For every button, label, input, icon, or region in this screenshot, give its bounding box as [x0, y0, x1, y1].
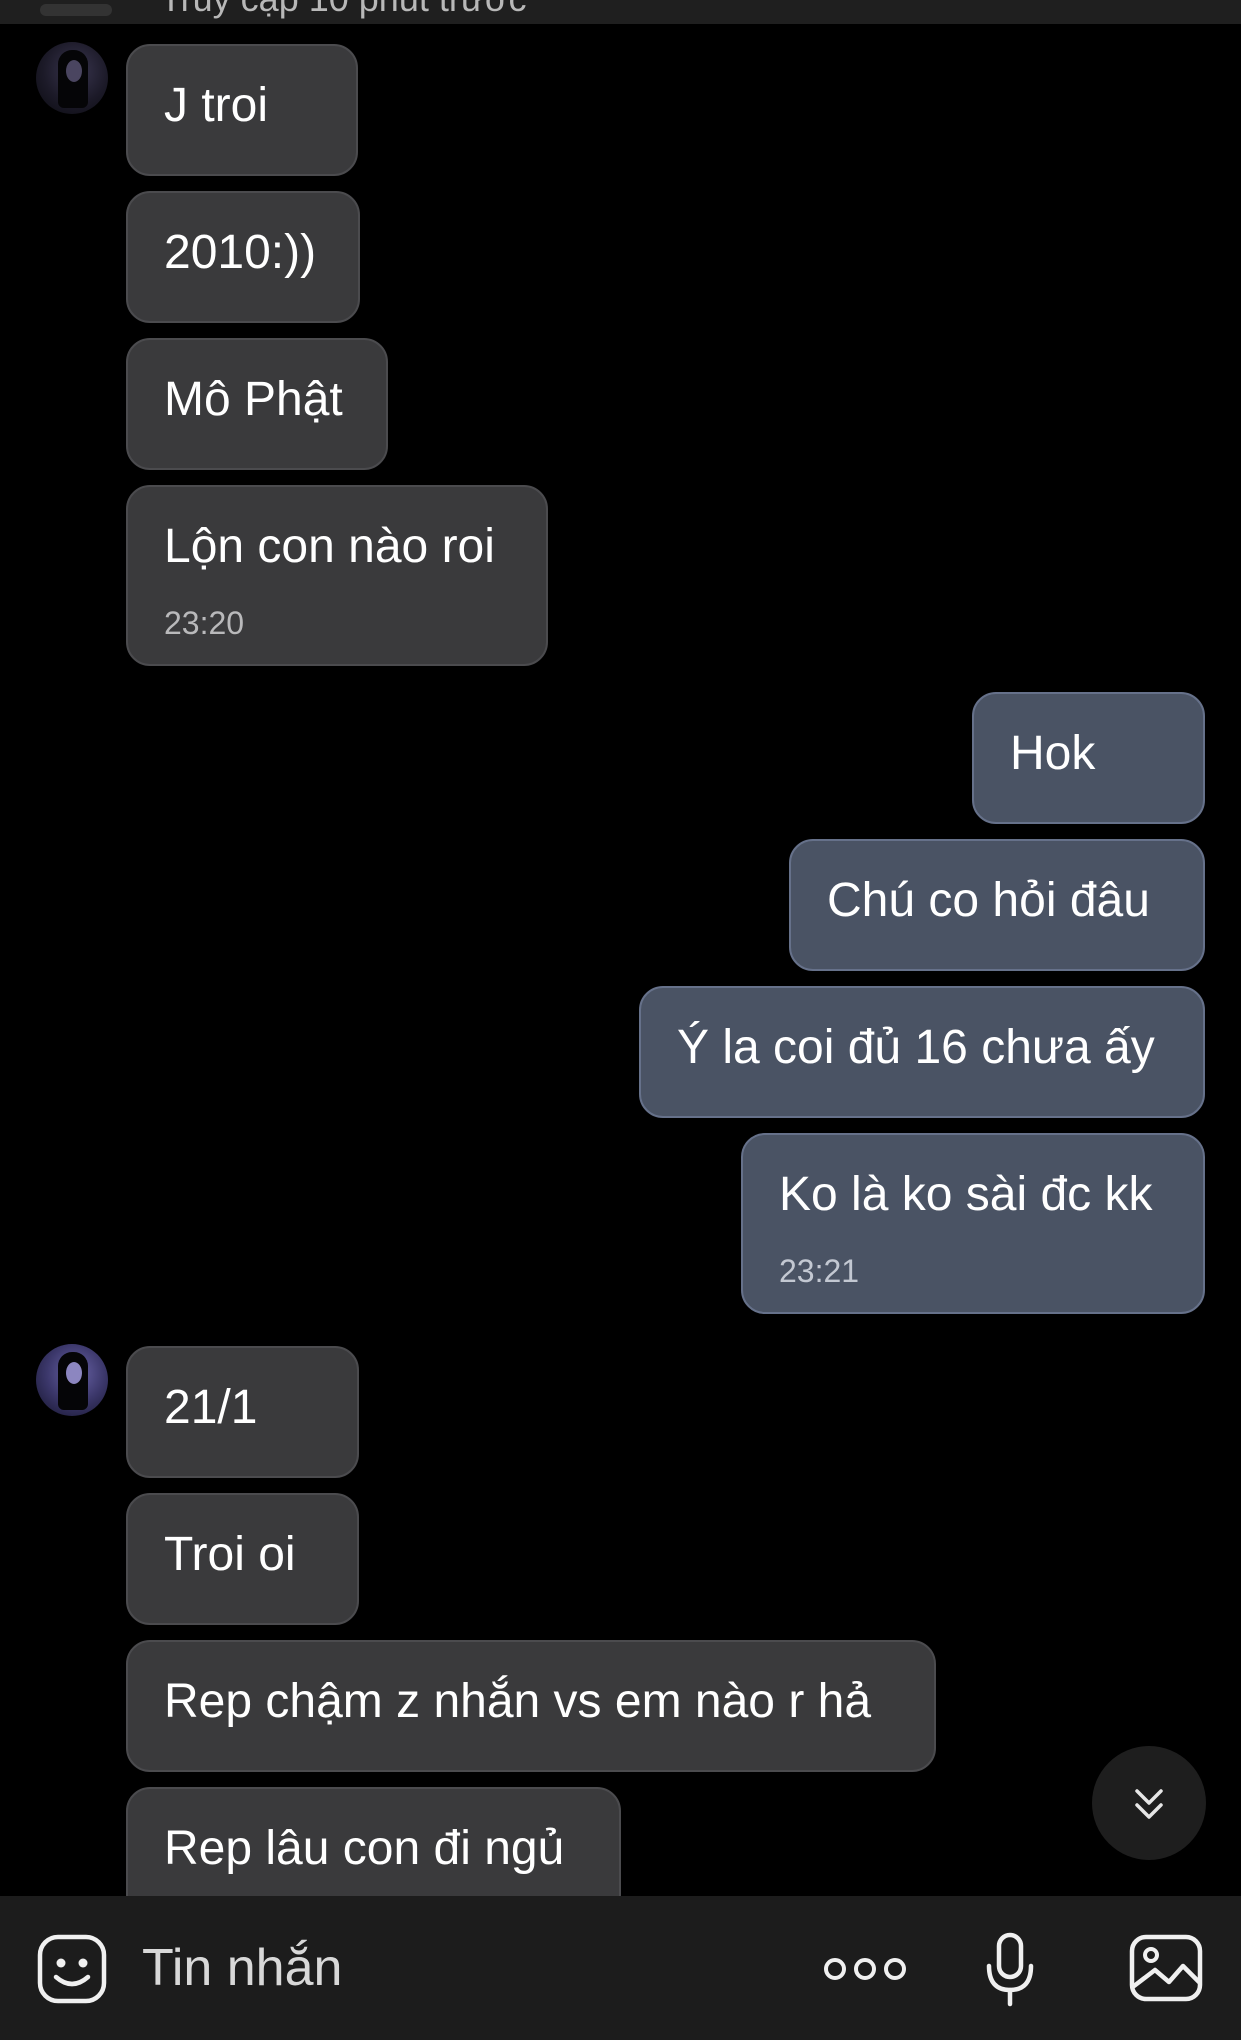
message-text: Troi oi — [164, 1528, 296, 1581]
header-avatar-edge — [40, 4, 112, 16]
message-text: Mô Phật — [164, 373, 343, 426]
more-icon — [824, 1958, 906, 1980]
incoming-message-bubble[interactable]: Troi oi — [126, 1493, 359, 1625]
microphone-icon — [986, 1932, 1034, 2007]
voice-message-button[interactable] — [978, 1930, 1042, 2010]
message-timestamp: 23:21 — [779, 1253, 860, 1289]
message-text: Chú co hỏi đâu — [827, 874, 1150, 927]
incoming-message-bubble[interactable]: Mô Phật — [126, 338, 388, 470]
more-options-button[interactable] — [820, 1946, 910, 1992]
chat-header-strip: Truy cập 10 phút trước — [0, 0, 1241, 24]
message-input[interactable]: Tin nhắn — [142, 1938, 342, 1998]
outgoing-message-bubble[interactable]: Ý la coi đủ 16 chưa ấy — [639, 986, 1205, 1118]
incoming-message-bubble[interactable]: J troi — [126, 44, 358, 176]
double-chevron-down-icon — [1135, 1789, 1163, 1819]
message-timestamp: 23:20 — [164, 605, 245, 641]
sticker-button[interactable] — [34, 1931, 110, 2007]
message-text: Hok — [1010, 727, 1096, 780]
outgoing-message-bubble[interactable]: Ko là ko sài đc kk 23:21 — [741, 1133, 1205, 1314]
scroll-to-bottom-button[interactable] — [1092, 1746, 1206, 1860]
outgoing-message-bubble[interactable]: Hok — [972, 692, 1205, 824]
message-text: Lộn con nào roi — [164, 520, 495, 573]
message-composer: Tin nhắn — [0, 1896, 1241, 2040]
message-text: 21/1 — [164, 1381, 258, 1434]
contact-avatar[interactable] — [36, 1344, 108, 1416]
last-seen-status: Truy cập 10 phút trước — [160, 0, 527, 20]
message-text: J troi — [164, 79, 269, 132]
incoming-message-bubble[interactable]: 2010:)) — [126, 191, 360, 323]
incoming-message-bubble[interactable]: 21/1 — [126, 1346, 359, 1478]
send-image-button[interactable] — [1128, 1932, 1204, 2004]
message-text: 2010:)) — [164, 226, 317, 279]
outgoing-message-bubble[interactable]: Chú co hỏi đâu — [789, 839, 1205, 971]
message-text: Rep lâu con đi ngủ — [164, 1822, 565, 1875]
incoming-message-bubble[interactable]: Lộn con nào roi 23:20 — [126, 485, 548, 666]
incoming-message-bubble[interactable]: Rep chậm z nhắn vs em nào r hả — [126, 1640, 936, 1772]
sticker-icon — [37, 1934, 107, 2004]
message-text: Ko là ko sài đc kk — [779, 1168, 1153, 1221]
message-text: Ý la coi đủ 16 chưa ấy — [677, 1021, 1155, 1074]
message-text: Rep chậm z nhắn vs em nào r hả — [164, 1675, 872, 1728]
image-icon — [1129, 1934, 1203, 2002]
contact-avatar[interactable] — [36, 42, 108, 114]
